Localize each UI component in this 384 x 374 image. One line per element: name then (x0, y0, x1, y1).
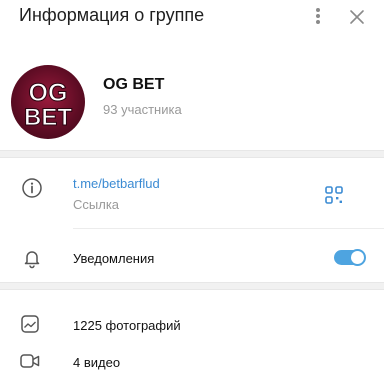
video-icon (20, 354, 40, 368)
group-link[interactable]: t.me/betbarflud (73, 176, 160, 191)
close-button[interactable] (344, 4, 370, 30)
more-options-button[interactable] (307, 3, 329, 29)
qr-code-icon (325, 186, 343, 204)
avatar-text-top: OG (29, 79, 68, 107)
photos-count[interactable]: 1225 фотографий (73, 318, 181, 333)
bell-icon (24, 251, 40, 269)
close-icon (350, 10, 364, 24)
notifications-toggle[interactable] (334, 249, 366, 266)
qr-code-button[interactable] (322, 183, 346, 207)
group-avatar[interactable]: OG BET (11, 65, 85, 139)
og-bet-logo: OG BET (24, 79, 73, 132)
section-separator (0, 150, 384, 158)
member-count: 93 участника (103, 102, 182, 117)
info-icon (22, 178, 42, 198)
more-icon (316, 8, 320, 12)
avatar-text-bottom: BET (24, 104, 72, 131)
dialog-title: Информация о группе (19, 5, 205, 25)
videos-count[interactable]: 4 видео (73, 355, 120, 370)
section-separator (0, 282, 384, 290)
photo-icon (21, 315, 39, 333)
group-profile: OG BET OG BET 93 участника (0, 34, 384, 152)
toggle-knob (349, 249, 366, 266)
row-divider (73, 228, 384, 229)
notifications-label: Уведомления (73, 251, 155, 266)
group-name: OG BET (103, 76, 165, 93)
link-caption: Ссылка (73, 197, 120, 212)
dialog-header: Информация о группе (0, 0, 384, 34)
